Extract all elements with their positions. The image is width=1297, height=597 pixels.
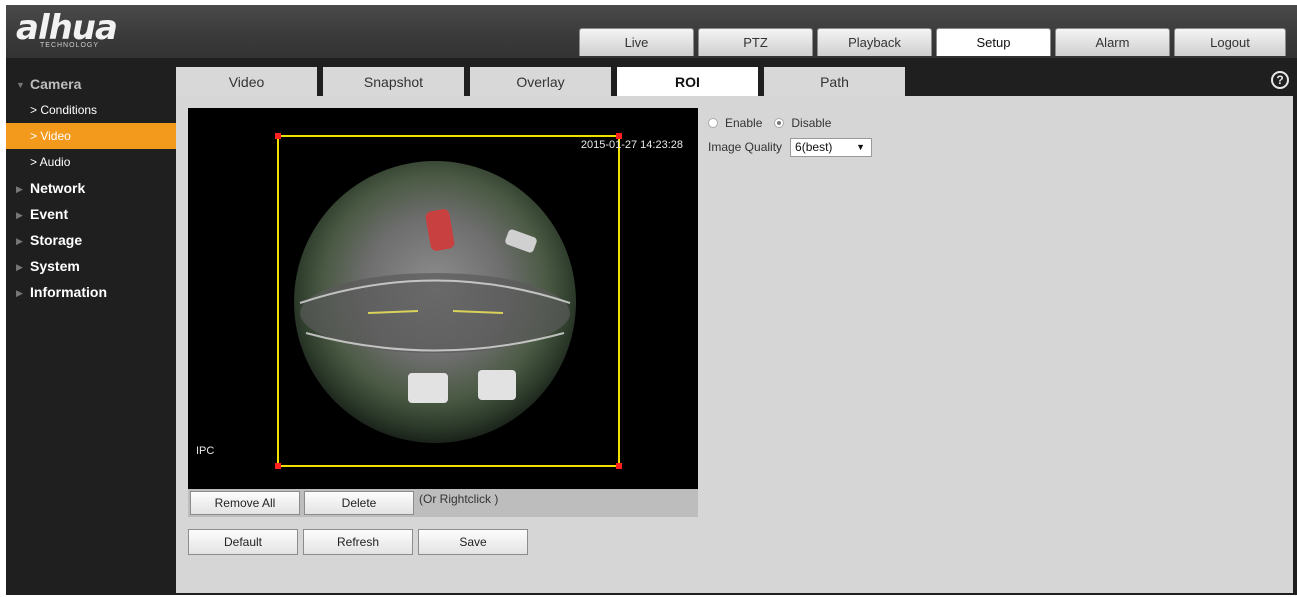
main-content: Video Snapshot Overlay ROI Path ? 2015-0… xyxy=(176,67,1293,593)
sidebar-item-label: Camera xyxy=(30,76,82,92)
sidebar-item-information[interactable]: ▶ Information xyxy=(6,279,176,305)
top-navigation: Live PTZ Playback Setup Alarm Logout xyxy=(579,28,1286,56)
tab-overlay[interactable]: Overlay xyxy=(470,67,611,96)
image-quality-row: Image Quality 6(best) ▼ xyxy=(708,137,873,157)
triangle-right-icon: ▶ xyxy=(16,288,23,298)
nav-live[interactable]: Live xyxy=(579,28,694,56)
fisheye-image xyxy=(275,133,622,469)
app-frame: alhua TECHNOLOGY Live PTZ Playback Setup… xyxy=(6,5,1297,595)
sidebar-subitem-audio[interactable]: > Audio xyxy=(6,149,176,175)
disable-radio[interactable] xyxy=(774,118,785,128)
nav-alarm[interactable]: Alarm xyxy=(1055,28,1170,56)
refresh-button[interactable]: Refresh xyxy=(303,529,413,555)
sidebar-item-event[interactable]: ▶ Event xyxy=(6,201,176,227)
enable-row: Enable Disable xyxy=(708,114,872,132)
sidebar: ▼ Camera > Conditions > Video > Audio ▶ Ne… xyxy=(6,71,176,305)
image-quality-label: Image Quality xyxy=(708,140,783,154)
enable-label: Enable xyxy=(725,116,763,130)
triangle-right-icon: ▶ xyxy=(16,262,23,272)
image-quality-value: 6(best) xyxy=(795,140,833,154)
logo-text: alhua xyxy=(16,8,118,48)
sidebar-subitem-video[interactable]: > Video xyxy=(6,123,176,149)
help-icon[interactable]: ? xyxy=(1271,71,1289,89)
triangle-right-icon: ▶ xyxy=(16,184,23,194)
sidebar-item-storage[interactable]: ▶ Storage xyxy=(6,227,176,253)
header: alhua TECHNOLOGY Live PTZ Playback Setup… xyxy=(6,5,1297,58)
sidebar-item-camera[interactable]: ▼ Camera xyxy=(6,71,176,97)
channel-label: IPC xyxy=(196,445,215,457)
triangle-down-icon: ▼ xyxy=(16,80,25,90)
tab-roi[interactable]: ROI xyxy=(617,67,758,96)
remove-all-button[interactable]: Remove All xyxy=(190,491,300,515)
sidebar-item-label: System xyxy=(30,258,80,274)
sidebar-subitem-conditions[interactable]: > Conditions xyxy=(6,97,176,123)
settings-tabs: Video Snapshot Overlay ROI Path ? xyxy=(176,67,1293,96)
triangle-right-icon: ▶ xyxy=(16,236,23,246)
roi-options: Enable Disable Image Quality 6(best) ▼ xyxy=(708,114,873,157)
save-button[interactable]: Save xyxy=(418,529,528,555)
sidebar-item-label: Information xyxy=(30,284,107,300)
nav-ptz[interactable]: PTZ xyxy=(698,28,813,56)
nav-setup[interactable]: Setup xyxy=(936,28,1051,56)
chevron-down-icon: ▼ xyxy=(856,142,866,152)
sidebar-item-system[interactable]: ▶ System xyxy=(6,253,176,279)
video-timestamp: 2015-01-27 14:23:28 xyxy=(580,139,683,151)
rightclick-hint: (Or Rightclick ) xyxy=(419,492,499,506)
sidebar-item-label: Event xyxy=(30,206,69,222)
nav-logout[interactable]: Logout xyxy=(1174,28,1286,56)
sidebar-item-network[interactable]: ▶ Network xyxy=(6,175,176,201)
sidebar-item-label: Storage xyxy=(30,232,83,248)
sidebar-item-label: Network xyxy=(30,180,86,196)
disable-label: Disable xyxy=(791,116,832,130)
nav-playback[interactable]: Playback xyxy=(817,28,932,56)
enable-radio[interactable] xyxy=(708,118,718,128)
tab-snapshot[interactable]: Snapshot xyxy=(323,67,464,96)
default-button[interactable]: Default xyxy=(188,529,298,555)
tab-path[interactable]: Path xyxy=(764,67,905,96)
tab-video[interactable]: Video xyxy=(176,67,317,96)
video-preview[interactable]: 2015-01-27 14:23:28 IPC xyxy=(188,108,698,489)
triangle-right-icon: ▶ xyxy=(16,210,23,220)
brand-logo: alhua TECHNOLOGY xyxy=(16,8,118,49)
image-quality-select[interactable]: 6(best) ▼ xyxy=(790,137,873,157)
delete-button[interactable]: Delete xyxy=(304,491,414,515)
